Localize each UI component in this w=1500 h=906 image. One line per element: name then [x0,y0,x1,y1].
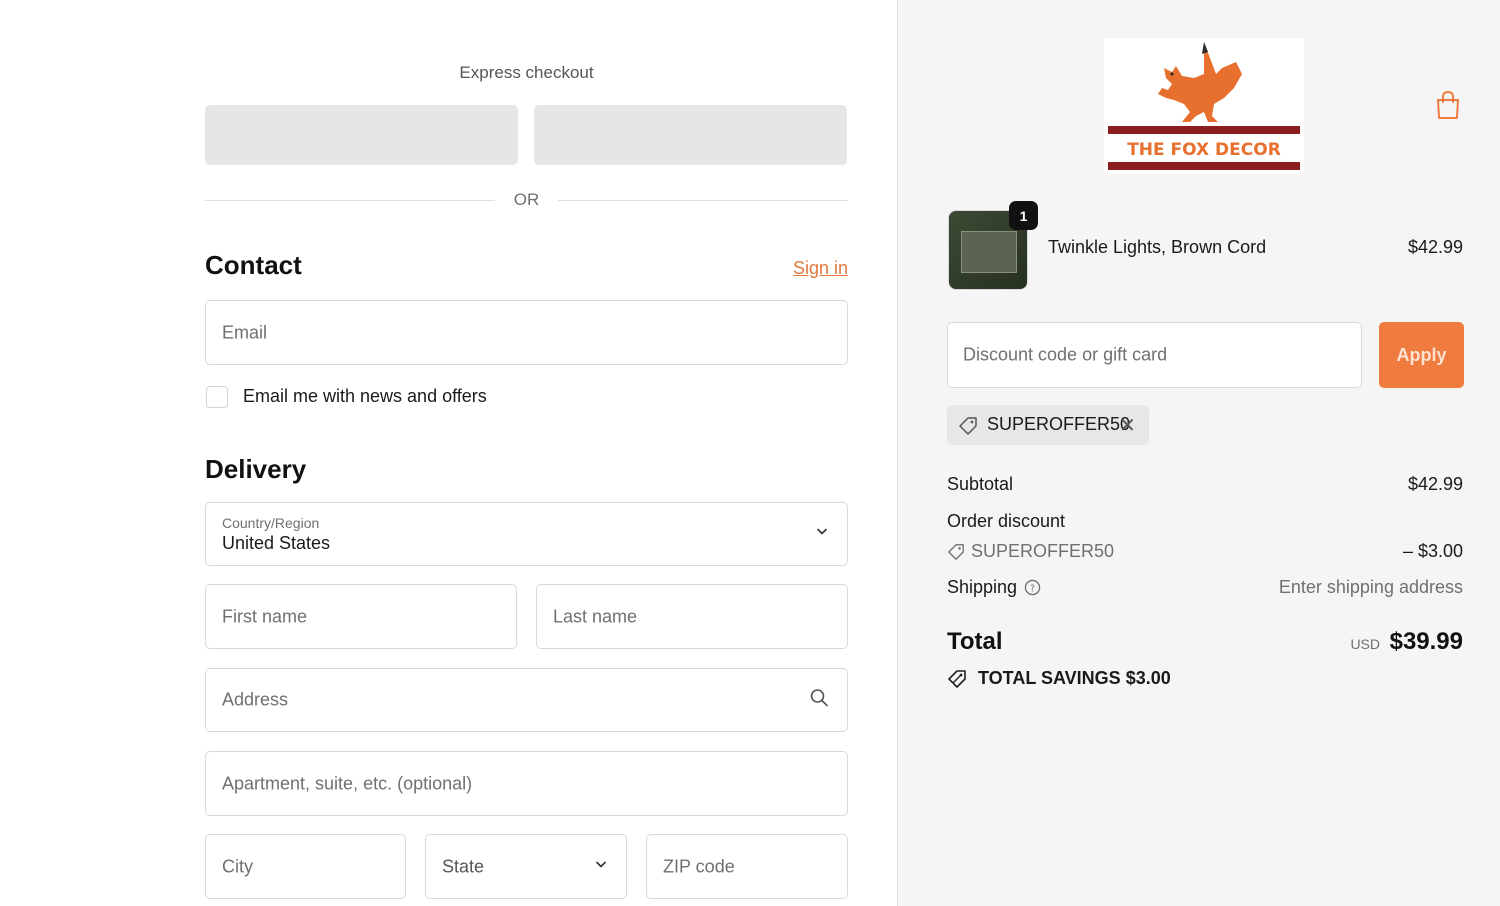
order-discount-code: SUPEROFFER50 [971,541,1115,561]
newsletter-label: Email me with news and offers [243,386,487,406]
tag-icon [947,543,965,566]
svg-text:?: ? [1030,583,1035,594]
applied-discount-chip: SUPEROFFER50 ✕ [947,405,1149,445]
first-name-placeholder: First name [222,606,308,626]
search-icon [809,688,829,713]
last-name-placeholder: Last name [553,606,638,626]
country-label: Country/Region [222,515,320,531]
product-price: $42.99 [1407,237,1463,257]
express-pay-button-2[interactable] [534,105,847,165]
savings-label: TOTAL SAVINGS [978,668,1121,688]
zip-field[interactable]: ZIP code [646,834,848,899]
product-image [961,231,1017,273]
city-field[interactable]: City [205,834,406,899]
newsletter-checkbox[interactable] [206,386,228,408]
product-name: Twinkle Lights, Brown Cord [1048,237,1267,257]
apply-button[interactable]: Apply [1379,322,1464,388]
shipping-label: Shipping [947,577,1018,597]
contact-heading: Contact [205,250,302,280]
city-placeholder: City [222,856,253,876]
or-divider-text: OR [513,190,540,209]
country-select[interactable]: Country/Region United States [205,502,848,566]
savings-tag-icon [947,669,969,694]
help-circle-icon[interactable]: ? [1024,579,1041,601]
last-name-field[interactable]: Last name [536,584,848,649]
divider-left [205,200,495,201]
delivery-heading: Delivery [205,454,307,484]
subtotal-value: $42.99 [1407,474,1463,494]
subtotal-label: Subtotal [947,474,1014,494]
total-savings: TOTAL SAVINGS $3.00 [978,668,1171,689]
email-field[interactable]: Email [205,300,848,365]
email-placeholder: Email [222,322,268,342]
zip-placeholder: ZIP code [663,856,735,876]
apartment-placeholder: Apartment, suite, etc. (optional) [222,773,473,793]
chevron-down-icon [594,857,608,876]
quantity-badge: 1 [1009,201,1038,230]
shipping-value: Enter shipping address [1278,577,1463,597]
country-value: United States [222,533,331,553]
brand-logo[interactable]: THE FOX DECOR [1104,38,1304,174]
discount-code-field[interactable]: Discount code or gift card [947,322,1362,388]
total-value: $39.99 [1389,628,1463,655]
first-name-field[interactable]: First name [205,584,517,649]
express-pay-button-1[interactable] [205,105,518,165]
applied-code: SUPEROFFER50 [987,414,1131,434]
discount-placeholder: Discount code or gift card [963,344,1168,365]
divider-right [558,200,848,201]
order-discount-value: – $3.00 [1402,541,1463,561]
tag-icon [958,416,978,441]
brand-wordmark: THE FOX DECOR [1127,140,1281,160]
state-placeholder: State [442,856,485,876]
apartment-field[interactable]: Apartment, suite, etc. (optional) [205,751,848,816]
currency-code: USD [1350,636,1380,652]
chevron-down-icon [815,525,829,544]
state-select[interactable]: State [425,834,627,899]
address-placeholder: Address [222,689,289,710]
order-discount-label: Order discount [947,511,1066,531]
sign-in-link[interactable]: Sign in [793,258,848,279]
address-field[interactable]: Address [205,668,848,732]
checkout-form-panel: Express checkout OR Contact Sign in Emai… [0,0,897,906]
remove-discount-icon[interactable]: ✕ [1119,413,1136,438]
savings-value: $3.00 [1125,668,1171,688]
express-checkout-title: Express checkout [459,63,594,82]
total-label: Total [947,628,1003,655]
shopping-bag-icon[interactable] [1434,90,1462,120]
